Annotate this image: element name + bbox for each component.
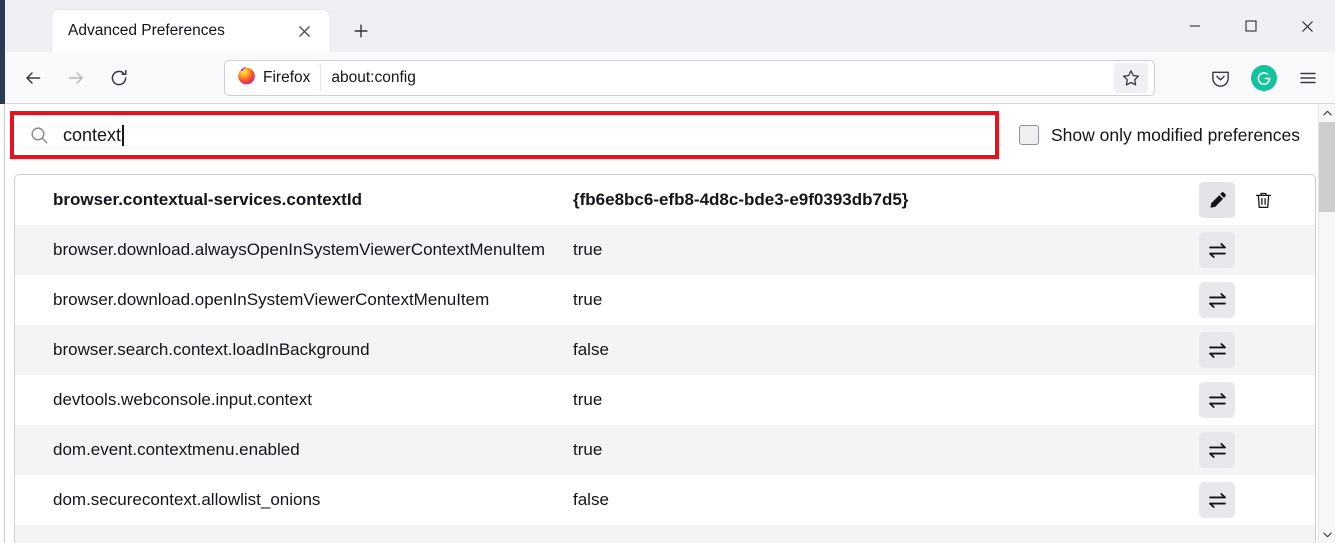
bookmark-star-icon[interactable] xyxy=(1114,62,1148,93)
grammarly-badge xyxy=(1251,65,1277,91)
toggle-pref-button[interactable] xyxy=(1199,332,1235,368)
pref-value: true xyxy=(573,440,603,459)
table-row[interactable]: devtools.webconsole.input.context true xyxy=(15,375,1315,425)
forward-button[interactable] xyxy=(57,59,95,97)
edit-pref-button[interactable] xyxy=(1199,182,1235,218)
pref-name: dom.event.contextmenu.enabled xyxy=(53,440,300,459)
tab-title: Advanced Preferences xyxy=(68,22,225,39)
about-config-page: context Show only modified preferences b… xyxy=(0,104,1335,543)
close-tab-icon[interactable] xyxy=(290,17,318,45)
pref-value: false xyxy=(573,490,609,509)
vertical-scrollbar[interactable] xyxy=(1318,104,1335,543)
table-row[interactable]: browser.contextual-services.contextId {f… xyxy=(15,175,1315,225)
pref-name: devtools.webconsole.input.context xyxy=(53,390,312,409)
table-row[interactable]: browser.search.context.loadInBackground … xyxy=(15,325,1315,375)
tab-bar: Advanced Preferences xyxy=(0,0,1335,52)
back-button[interactable] xyxy=(14,59,52,97)
window-controls xyxy=(1167,0,1335,52)
preferences-list: browser.contextual-services.contextId {f… xyxy=(14,174,1316,543)
pref-value: true xyxy=(573,290,603,309)
minimize-button[interactable] xyxy=(1167,0,1223,52)
browser-tab[interactable]: Advanced Preferences xyxy=(52,10,330,52)
grammarly-extension-icon[interactable] xyxy=(1245,59,1283,97)
firefox-logo-icon xyxy=(237,66,256,90)
toggle-pref-button[interactable] xyxy=(1199,232,1235,268)
toggle-pref-button[interactable] xyxy=(1199,432,1235,468)
content-left-edge xyxy=(0,104,5,543)
scroll-up-arrow-icon[interactable] xyxy=(1319,104,1335,122)
show-modified-label: Show only modified preferences xyxy=(1051,124,1301,145)
toggle-pref-button[interactable] xyxy=(1199,382,1235,418)
scroll-down-arrow-icon[interactable] xyxy=(1319,525,1335,543)
pref-value: false xyxy=(573,340,609,359)
table-row[interactable] xyxy=(15,525,1315,543)
pref-name: dom.securecontext.allowlist_onions xyxy=(53,490,321,509)
table-row[interactable]: dom.securecontext.allowlist_onions false xyxy=(15,475,1315,525)
row-actions xyxy=(1195,232,1315,268)
pref-value: true xyxy=(573,390,603,409)
table-row[interactable]: browser.download.openInSystemViewerConte… xyxy=(15,275,1315,325)
search-input-highlight[interactable]: context xyxy=(10,111,999,159)
filter-row: context Show only modified preferences xyxy=(0,104,1335,166)
row-actions xyxy=(1195,382,1315,418)
browser-window: Advanced Preferences Firefox about:confi… xyxy=(0,0,1335,543)
row-actions xyxy=(1195,432,1315,468)
new-tab-icon[interactable] xyxy=(344,14,378,48)
identity-chip[interactable]: Firefox xyxy=(229,62,322,93)
pref-value: {fb6e8bc6-efb8-4d8c-bde3-e9f0393db7d5} xyxy=(573,190,909,209)
text-caret xyxy=(122,124,124,146)
navigation-toolbar: Firefox about:config xyxy=(0,52,1335,104)
maximize-button[interactable] xyxy=(1223,0,1279,52)
pref-name: browser.contextual-services.contextId xyxy=(53,190,362,209)
toolbar-right-actions xyxy=(1201,52,1327,104)
pref-name: browser.search.context.loadInBackground xyxy=(53,340,370,359)
row-actions xyxy=(1195,332,1315,368)
scrollbar-thumb[interactable] xyxy=(1319,122,1335,212)
row-actions xyxy=(1195,282,1315,318)
show-modified-control[interactable]: Show only modified preferences xyxy=(1019,125,1300,146)
row-actions xyxy=(1195,482,1315,518)
close-window-button[interactable] xyxy=(1279,0,1335,52)
pref-name: browser.download.openInSystemViewerConte… xyxy=(53,290,490,309)
url-text[interactable]: about:config xyxy=(331,69,1114,87)
show-modified-checkbox[interactable] xyxy=(1019,125,1039,145)
delete-pref-button[interactable] xyxy=(1245,182,1281,218)
search-input-value: context xyxy=(63,124,122,145)
app-menu-icon[interactable] xyxy=(1289,59,1327,97)
search-icon xyxy=(30,126,49,145)
search-input[interactable]: context xyxy=(63,124,124,146)
identity-label: Firefox xyxy=(263,68,311,86)
reload-button[interactable] xyxy=(100,59,138,97)
pref-value: true xyxy=(573,240,603,259)
toggle-pref-button[interactable] xyxy=(1199,482,1235,518)
table-row[interactable]: browser.download.alwaysOpenInSystemViewe… xyxy=(15,225,1315,275)
row-actions xyxy=(1195,182,1315,218)
toggle-pref-button[interactable] xyxy=(1199,282,1235,318)
url-bar[interactable]: Firefox about:config xyxy=(224,59,1155,96)
table-row[interactable]: dom.event.contextmenu.enabled true xyxy=(15,425,1315,475)
pref-name: browser.download.alwaysOpenInSystemViewe… xyxy=(53,240,545,259)
pocket-icon[interactable] xyxy=(1201,59,1239,97)
